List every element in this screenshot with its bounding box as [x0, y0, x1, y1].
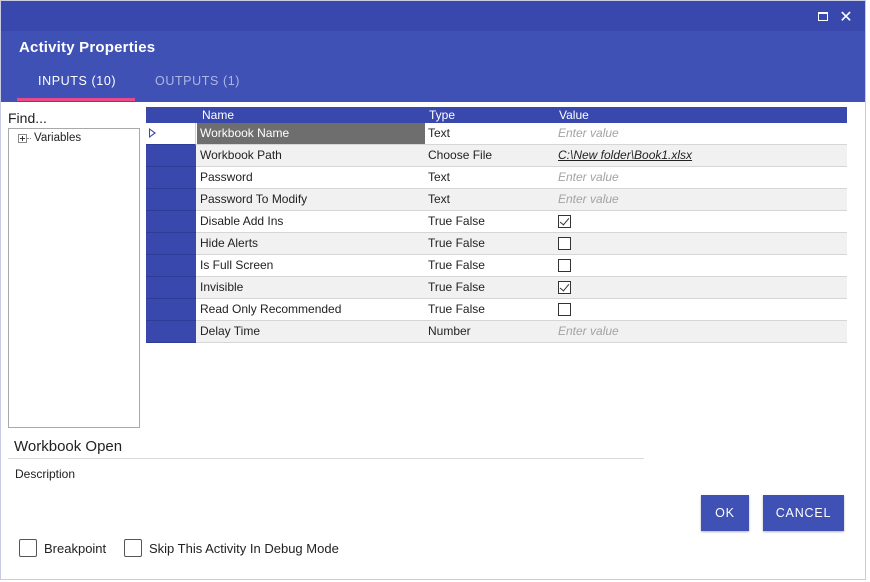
column-header-value[interactable]: Value — [559, 108, 589, 122]
property-name[interactable]: Password To Modify — [197, 189, 425, 210]
table-row[interactable]: Disable Add Ins True False — [146, 211, 847, 233]
grid-header: Name Type Value — [146, 107, 847, 123]
column-header-name[interactable]: Name — [202, 108, 234, 122]
active-tab-indicator — [17, 98, 135, 101]
table-row[interactable]: Hide Alerts True False — [146, 233, 847, 255]
value-input[interactable]: Enter value — [558, 321, 619, 342]
breakpoint-option[interactable]: Breakpoint — [19, 539, 106, 557]
property-type: Text — [428, 192, 451, 206]
property-type: True False — [428, 258, 485, 272]
dialog-title: Activity Properties — [19, 39, 156, 56]
value-input[interactable]: Enter value — [558, 123, 619, 144]
property-name[interactable]: Is Full Screen — [197, 255, 425, 276]
cancel-button[interactable]: CANCEL — [763, 495, 844, 531]
row-header[interactable] — [146, 167, 196, 189]
property-name[interactable]: Hide Alerts — [197, 233, 425, 254]
property-type: Text — [428, 170, 451, 184]
tree-item-variables[interactable]: Variables — [18, 132, 81, 144]
property-type: Choose File — [428, 148, 493, 162]
ok-button[interactable]: OK — [701, 495, 749, 531]
table-row[interactable]: Password Text Enter value — [146, 167, 847, 189]
property-type: Text — [428, 126, 451, 140]
property-type: True False — [428, 280, 485, 294]
variables-tree: Variables — [8, 128, 140, 428]
expand-plus-icon[interactable] — [18, 133, 27, 143]
row-header[interactable] — [146, 211, 196, 233]
current-row-arrow-icon — [149, 128, 156, 138]
table-row[interactable]: Workbook Path Choose File C:\New folder\Bo… — [146, 145, 847, 167]
title-bar: ✕ — [1, 1, 865, 31]
value-checkbox[interactable] — [558, 281, 571, 294]
tree-item-label: Variables — [34, 132, 82, 144]
grid-rows: Workbook Name Text Enter value Workbook Pat… — [146, 123, 847, 343]
tree-connector — [27, 137, 31, 139]
skip-debug-checkbox[interactable] — [124, 539, 142, 557]
properties-grid: Name Type Value Workbook Name Text Enter v… — [146, 107, 847, 343]
value-checkbox[interactable] — [558, 259, 571, 272]
property-type: True False — [428, 214, 485, 228]
breakpoint-checkbox[interactable] — [19, 539, 37, 557]
table-row[interactable]: Workbook Name Text Enter value — [146, 123, 847, 145]
breakpoint-label: Breakpoint — [44, 540, 107, 556]
description-label: Description — [15, 467, 76, 481]
property-type: True False — [428, 236, 485, 250]
property-type: True False — [428, 302, 485, 316]
property-name[interactable]: Read Only Recommended — [197, 299, 425, 320]
row-header[interactable] — [146, 145, 196, 167]
value-input[interactable]: Enter value — [558, 189, 619, 210]
value-checkbox[interactable] — [558, 215, 571, 228]
table-row[interactable]: Is Full Screen True False — [146, 255, 847, 277]
property-name[interactable]: Disable Add Ins — [197, 211, 425, 232]
dialog-header: Activity Properties INPUTS (10) OUTPUTS … — [1, 31, 865, 102]
close-icon[interactable]: ✕ — [837, 7, 855, 26]
property-name[interactable]: Workbook Path — [197, 145, 425, 166]
property-name[interactable]: Workbook Name — [197, 123, 425, 144]
property-type: Number — [428, 324, 471, 338]
table-row[interactable]: Password To Modify Text Enter value — [146, 189, 847, 211]
property-name[interactable]: Password — [197, 167, 425, 188]
skip-debug-label: Skip This Activity In Debug Mode — [149, 540, 339, 556]
row-header[interactable] — [146, 189, 196, 211]
value-checkbox[interactable] — [558, 237, 571, 250]
divider — [8, 458, 644, 459]
tab-inputs[interactable]: INPUTS (10) — [38, 74, 116, 88]
tab-outputs[interactable]: OUTPUTS (1) — [155, 74, 240, 88]
activity-name: Workbook Open — [14, 438, 123, 455]
activity-properties-dialog: ✕ Activity Properties INPUTS (10) OUTPUT… — [0, 0, 866, 580]
skip-debug-option[interactable]: Skip This Activity In Debug Mode — [124, 539, 339, 557]
value-input[interactable]: Enter value — [558, 167, 619, 188]
table-row[interactable]: Read Only Recommended True False — [146, 299, 847, 321]
maximize-icon[interactable] — [814, 7, 832, 25]
row-header[interactable] — [146, 255, 196, 277]
row-header[interactable] — [146, 299, 196, 321]
row-header[interactable] — [146, 233, 196, 255]
property-name[interactable]: Delay Time — [197, 321, 425, 342]
row-header[interactable] — [146, 123, 196, 145]
row-header[interactable] — [146, 321, 196, 343]
property-name[interactable]: Invisible — [197, 277, 425, 298]
table-row[interactable]: Delay Time Number Enter value — [146, 321, 847, 343]
column-header-type[interactable]: Type — [429, 108, 455, 122]
value-checkbox[interactable] — [558, 303, 571, 316]
table-row[interactable]: Invisible True False — [146, 277, 847, 299]
find-input[interactable] — [7, 108, 140, 127]
row-header[interactable] — [146, 277, 196, 299]
file-path-link[interactable]: C:\New folder\Book1.xlsx — [558, 145, 692, 166]
